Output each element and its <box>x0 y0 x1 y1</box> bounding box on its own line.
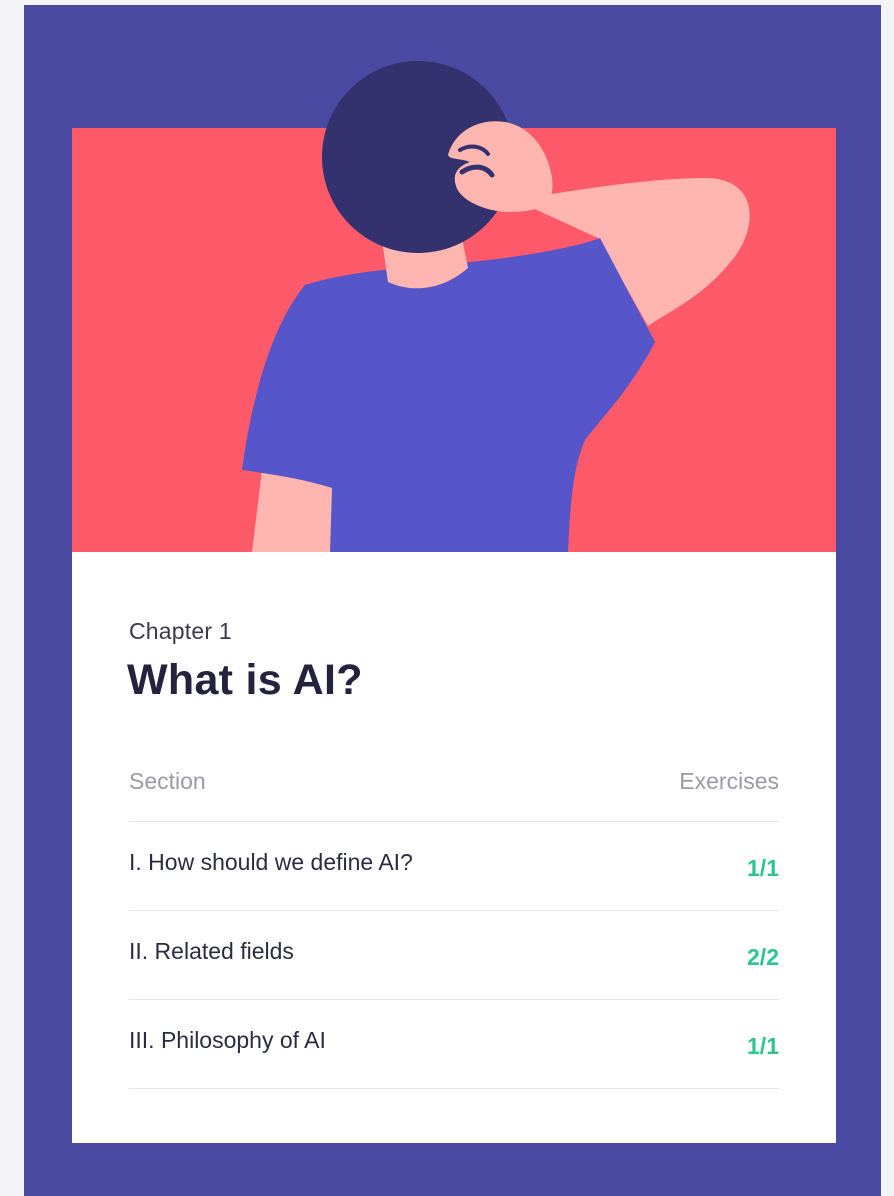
neck <box>382 238 468 289</box>
table-header: Section Exercises <box>129 766 779 822</box>
finger-line <box>459 164 495 178</box>
shirt <box>242 238 655 552</box>
exercise-count: 2/2 <box>747 944 779 970</box>
exercise-count: 1/1 <box>747 855 779 881</box>
table-row[interactable]: III. Philosophy of AI 1/1 <box>129 1000 779 1089</box>
chapter-content: Chapter 1 What is AI? Section Exercises … <box>72 552 836 1143</box>
exercise-count: 1/1 <box>747 1033 779 1059</box>
table-row[interactable]: II. Related fields 2/2 <box>129 911 779 1000</box>
chapter-title: What is AI? <box>127 656 363 704</box>
arm <box>515 178 750 326</box>
section-column-header: Section <box>129 768 206 794</box>
left-arm <box>252 470 335 552</box>
section-title[interactable]: I. How should we define AI? <box>129 849 413 876</box>
chapter-card[interactable]: Chapter 1 What is AI? Section Exercises … <box>72 61 836 1143</box>
hero-banner <box>72 61 836 552</box>
section-title[interactable]: II. Related fields <box>129 938 294 965</box>
sections-table: Section Exercises I. How should we defin… <box>129 766 779 1089</box>
chapter-number: Chapter 1 <box>129 618 232 644</box>
table-row[interactable]: I. How should we define AI? 1/1 <box>129 822 779 911</box>
hand <box>448 121 553 212</box>
finger-line-2 <box>458 144 490 156</box>
section-title[interactable]: III. Philosophy of AI <box>129 1027 326 1054</box>
exercises-column-header: Exercises <box>679 768 779 794</box>
